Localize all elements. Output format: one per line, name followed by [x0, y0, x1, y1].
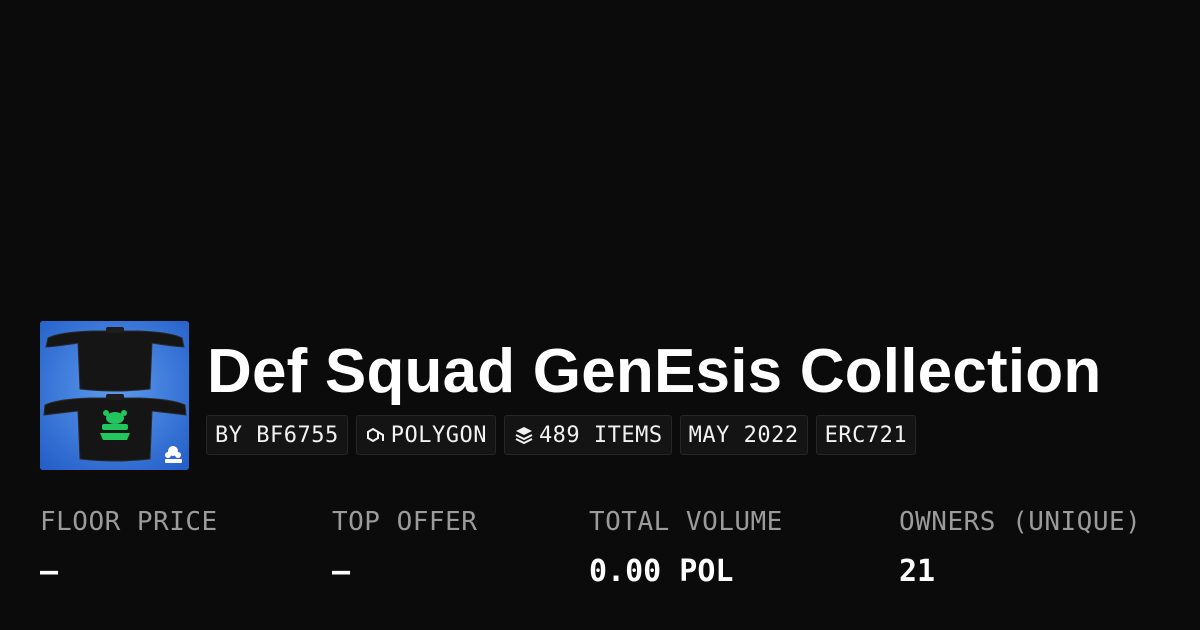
standard-label: ERC721	[824, 422, 908, 448]
date-label: MAY 2022	[688, 422, 799, 448]
floor-price-label: FLOOR PRICE	[40, 507, 218, 537]
top-offer-stat: TOP OFFER –	[332, 502, 477, 592]
total-volume-stat: TOTAL VOLUME 0.00 POL	[589, 502, 783, 592]
collection-badges: BY BF6755 POLYGON 489 ITEMS MAY 2022 ERC…	[206, 415, 917, 455]
creator-label: BY BF6755	[215, 422, 339, 448]
polygon-chain-icon	[365, 424, 387, 446]
items-badge[interactable]: 489 ITEMS	[503, 415, 672, 455]
owners-stat: OWNERS (UNIQUE) 21	[899, 502, 1141, 592]
owners-label: OWNERS (UNIQUE)	[899, 507, 1142, 537]
top-offer-label: TOP OFFER	[332, 507, 478, 537]
collection-title: Def Squad GenEsis Collection	[207, 337, 1102, 406]
chain-label: POLYGON	[390, 422, 487, 448]
total-volume-label: TOTAL VOLUME	[589, 507, 783, 537]
chain-badge[interactable]: POLYGON	[355, 415, 496, 455]
standard-badge: ERC721	[815, 415, 917, 455]
total-volume-value: 0.00 POL	[589, 554, 734, 589]
layers-icon	[513, 424, 535, 446]
green-logo	[100, 410, 130, 440]
date-badge: MAY 2022	[679, 415, 808, 455]
owners-value: 21	[899, 554, 936, 589]
collection-image	[40, 321, 189, 470]
floor-price-value: –	[40, 554, 59, 589]
top-offer-value: –	[332, 554, 351, 589]
jacket-artwork	[40, 321, 189, 470]
items-label: 489 ITEMS	[538, 422, 663, 448]
floor-price-stat: FLOOR PRICE –	[40, 502, 218, 592]
creator-badge[interactable]: BY BF6755	[206, 415, 348, 455]
